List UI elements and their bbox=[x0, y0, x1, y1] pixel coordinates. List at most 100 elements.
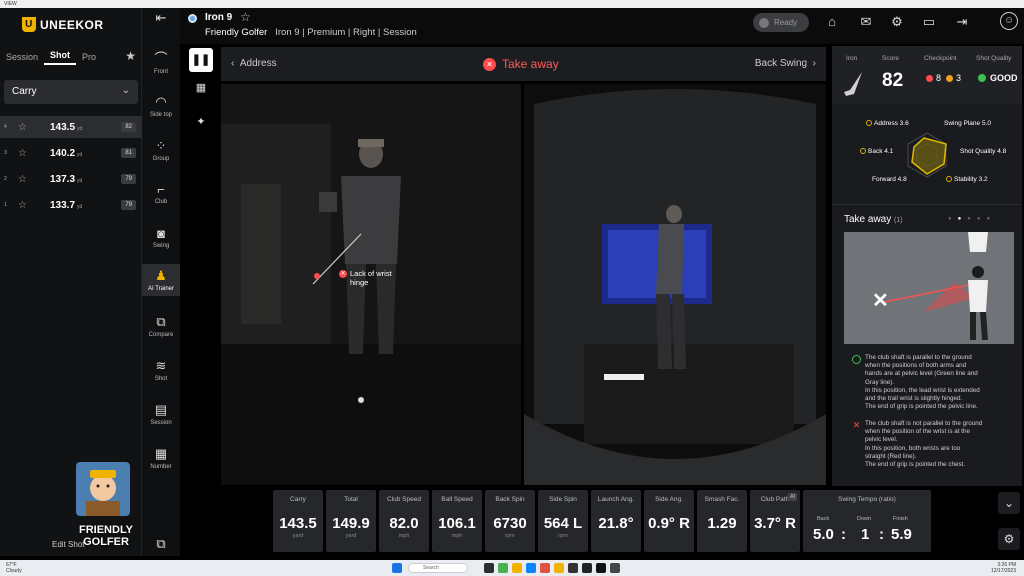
task-view-icon[interactable] bbox=[484, 563, 494, 573]
shot-number: 4 bbox=[4, 124, 7, 130]
weather-widget[interactable]: 67°F Cloudy bbox=[6, 562, 22, 574]
home-icon[interactable]: ⌂ bbox=[823, 14, 841, 30]
chat-icon[interactable]: ✉ bbox=[857, 14, 875, 30]
metric-club-path: AI Club Path 3.7° R bbox=[750, 490, 800, 552]
fault-annotation: ✕ Lack of wrist hinge bbox=[339, 269, 392, 287]
metric-smash-factor: Smash Fac. 1.29 bbox=[697, 490, 747, 552]
tempo-down: 1 bbox=[861, 526, 870, 543]
shot-row[interactable]: 3 ☆ 140.2 yd 81 bbox=[0, 142, 142, 164]
windows-start-icon[interactable] bbox=[392, 563, 402, 573]
brand-name: UNEEKOR bbox=[40, 18, 104, 32]
menu-swing[interactable]: ◙ Swing bbox=[142, 226, 180, 249]
pause-button[interactable]: ❚❚ bbox=[189, 48, 213, 72]
exit-icon[interactable]: ⇥ bbox=[953, 14, 971, 30]
wrong-x-icon: ✕ bbox=[872, 290, 889, 312]
shot-icon: ≋ bbox=[155, 358, 167, 373]
menu-number[interactable]: ▦ Number bbox=[142, 446, 180, 470]
star-outline-icon[interactable]: ☆ bbox=[18, 174, 27, 185]
settings-gear-icon[interactable]: ⚙ bbox=[998, 528, 1020, 550]
menu-shot[interactable]: ≋ Shot bbox=[142, 358, 180, 382]
prev-phase-button[interactable]: ‹ Address bbox=[231, 58, 277, 69]
user-avatar-icon[interactable]: ☺ bbox=[1000, 12, 1018, 30]
shot-row[interactable]: 1 ☆ 133.7 yd 79 bbox=[0, 194, 142, 216]
checkpoint-counts: 83 bbox=[926, 73, 961, 83]
menu-front[interactable]: ⌒ Front bbox=[142, 48, 180, 75]
orange-dot-icon bbox=[946, 74, 954, 82]
tab-shot[interactable]: Shot bbox=[44, 50, 77, 65]
collapse-panel-icon[interactable]: ⇤ bbox=[142, 10, 180, 28]
session-icon: ▤ bbox=[154, 402, 168, 417]
menu-side-top[interactable]: ◠ Side top bbox=[142, 94, 180, 118]
status-badge: Ready bbox=[753, 13, 809, 32]
session-info: Friendly Golfer Iron 9 | Premium | Right… bbox=[205, 27, 417, 38]
edge-icon[interactable] bbox=[526, 563, 536, 573]
club-label: Iron bbox=[846, 55, 858, 62]
menu-group[interactable]: ⁘ Group bbox=[142, 138, 180, 162]
club-indicator-icon bbox=[188, 14, 197, 23]
score-value: 82 bbox=[882, 70, 904, 91]
app-icon[interactable] bbox=[610, 563, 620, 573]
taskbar-search[interactable]: Search bbox=[408, 563, 468, 573]
radar-label-back: Back 4.1 bbox=[860, 148, 893, 155]
metric-side-angle: Side Ang. 0.9° R bbox=[644, 490, 694, 552]
app-icon[interactable] bbox=[582, 563, 592, 573]
menu-club[interactable]: ⌐ Club bbox=[142, 182, 180, 205]
current-phase: ✕ Take away bbox=[483, 57, 559, 71]
external-link-icon[interactable]: ⧉ bbox=[142, 536, 180, 554]
widgets-icon[interactable] bbox=[498, 563, 508, 573]
menu-compare[interactable]: ⧉ Compare bbox=[142, 314, 180, 338]
metric-swing-tempo: Swing Tempo (ratio) Back Down Finish 5.0… bbox=[803, 490, 931, 552]
edit-shot-link[interactable]: Edit Shot bbox=[52, 540, 84, 549]
metric-club-speed: Club Speed 82.0 mph bbox=[379, 490, 429, 552]
shot-distance: 137.3 yd bbox=[50, 173, 83, 185]
grid-view-icon[interactable]: ▦ bbox=[189, 76, 213, 100]
gear-icon[interactable]: ⚙ bbox=[888, 14, 906, 30]
window-icon[interactable]: ▭ bbox=[920, 14, 938, 30]
shot-number: 2 bbox=[4, 176, 7, 182]
radar-label-address: Address 3.6 bbox=[866, 120, 909, 127]
metric-total: Total 149.9 yard bbox=[326, 490, 376, 552]
pager-dots[interactable]: ●●●●● bbox=[948, 216, 996, 222]
tab-pro[interactable]: Pro bbox=[76, 52, 102, 62]
front-camera-video[interactable]: ✕ Lack of wrist hinge bbox=[221, 84, 521, 485]
star-outline-icon[interactable]: ☆ bbox=[18, 122, 27, 133]
sort-dropdown[interactable]: Carry ⌄ bbox=[4, 80, 138, 104]
green-dot-icon bbox=[978, 74, 986, 82]
status-dot-icon bbox=[759, 17, 769, 28]
shot-score-badge: 79 bbox=[121, 174, 136, 184]
radar-label-swing-plane: Swing Plane 5.0 bbox=[944, 120, 991, 127]
favorite-star-icon[interactable]: ☆ bbox=[240, 10, 251, 24]
shot-row[interactable]: 4 ☆ 143.5 yd 82 bbox=[0, 116, 142, 138]
shot-number: 3 bbox=[4, 150, 7, 156]
metric-side-spin: Side Spin 564 Lrpm bbox=[538, 490, 588, 552]
app-icon[interactable] bbox=[596, 563, 606, 573]
score-summary: Iron Score 82 Checkpoint 83 Shot Quality… bbox=[832, 46, 1022, 104]
side-camera-video[interactable] bbox=[524, 84, 826, 485]
favorites-star-icon[interactable]: ★ bbox=[125, 49, 136, 63]
next-phase-button[interactable]: Back Swing › bbox=[755, 58, 816, 69]
shot-row[interactable]: 2 ☆ 137.3 yd 79 bbox=[0, 168, 142, 190]
file-explorer-icon[interactable] bbox=[512, 563, 522, 573]
takeaway-illustration: ✕ bbox=[844, 232, 1014, 344]
shot-score-badge: 82 bbox=[121, 122, 136, 132]
metric-carry: Carry 143.5 yard bbox=[273, 490, 323, 552]
tempo-back: 5.0 bbox=[813, 526, 834, 543]
tab-session[interactable]: Session bbox=[0, 52, 44, 62]
swing-phase-nav: ‹ Address ✕ Take away Back Swing › bbox=[221, 47, 826, 81]
taskbar-clock[interactable]: 3:26 PM 12/17/2023 bbox=[991, 562, 1016, 574]
add-marker-icon[interactable]: ✦ bbox=[189, 110, 213, 134]
ai-badge: AI bbox=[788, 493, 797, 501]
star-outline-icon[interactable]: ☆ bbox=[18, 148, 27, 159]
uneekor-app-icon[interactable] bbox=[554, 563, 564, 573]
collapse-metrics-button[interactable]: ⌄ bbox=[998, 492, 1020, 514]
session-header: Iron 9 ☆ Friendly Golfer Iron 9 | Premiu… bbox=[180, 8, 1024, 44]
iron-club-icon bbox=[844, 72, 862, 96]
chrome-icon[interactable] bbox=[540, 563, 550, 573]
check-circle-icon bbox=[852, 355, 861, 364]
menu-session[interactable]: ▤ Session bbox=[142, 402, 180, 426]
app-icon[interactable] bbox=[568, 563, 578, 573]
shot-distance: 133.7 yd bbox=[50, 199, 83, 211]
menu-ai-trainer[interactable]: ♟ AI Trainer bbox=[142, 264, 180, 296]
star-outline-icon[interactable]: ☆ bbox=[18, 200, 27, 211]
club-icon: ⌐ bbox=[157, 182, 165, 197]
